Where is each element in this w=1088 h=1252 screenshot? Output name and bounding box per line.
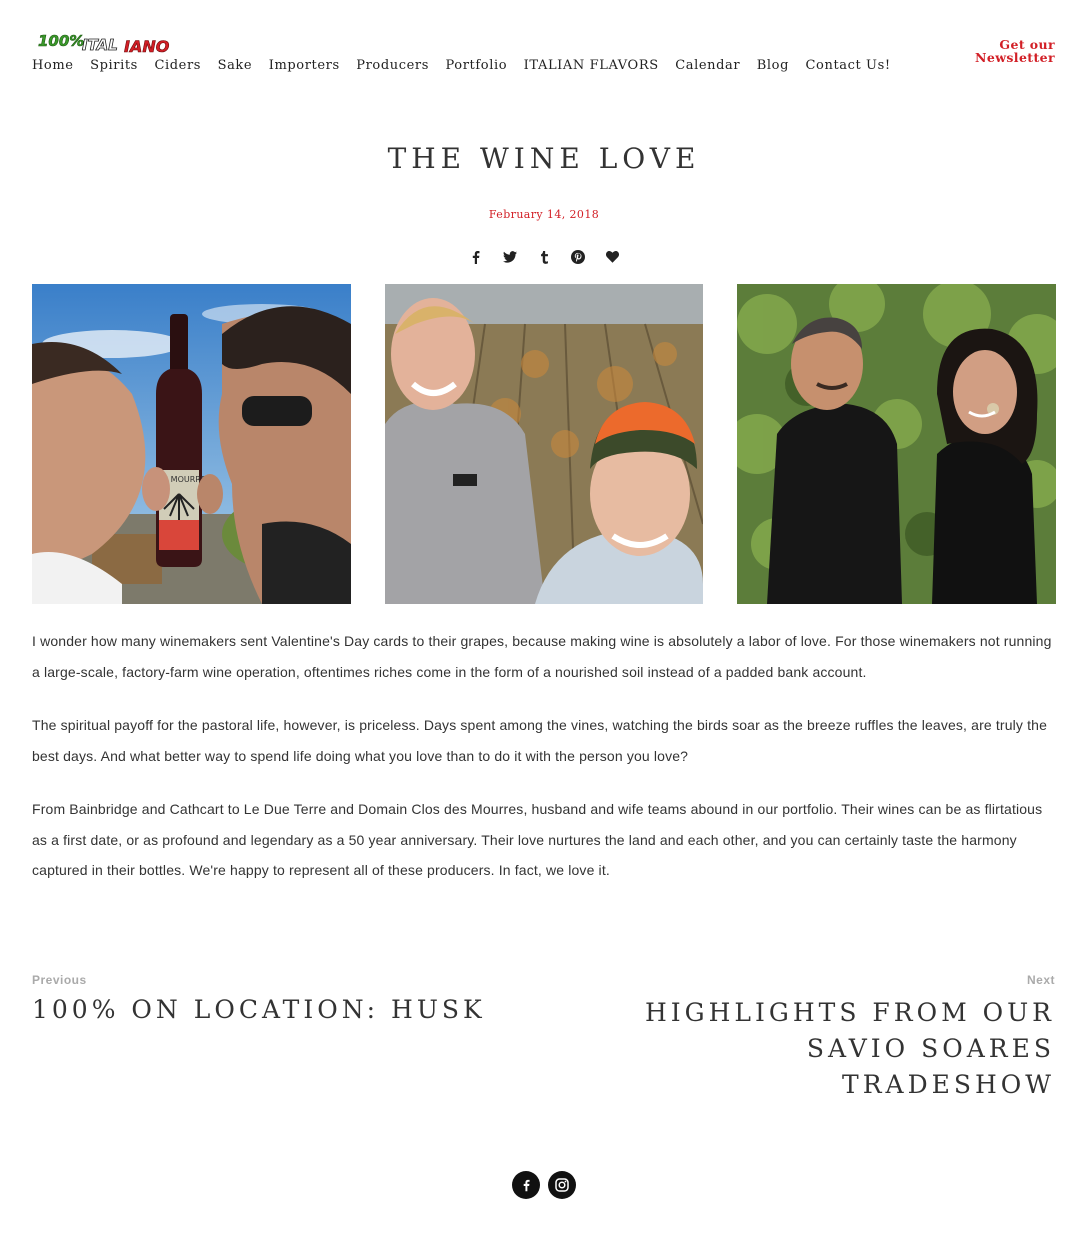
post-body: I wonder how many winemakers sent Valent… [32, 626, 1058, 909]
nav-italian-flavors[interactable]: ITALIAN FLAVORS [524, 58, 659, 73]
nav-portfolio[interactable]: Portfolio [445, 58, 507, 73]
next-label: Next [1026, 973, 1055, 987]
next-post-link[interactable]: HIGHLIGHTS FROM OUR SAVIO SOARES TRADESH… [585, 995, 1055, 1103]
nav-calendar[interactable]: Calendar [675, 58, 740, 73]
twitter-icon[interactable] [503, 249, 518, 265]
share-bar [0, 249, 1088, 265]
facebook-icon[interactable] [512, 1171, 540, 1199]
pinterest-icon[interactable] [571, 249, 586, 265]
nav-spirits[interactable]: Spirits [90, 58, 138, 73]
photo-couple-vineyard-selfie [385, 284, 704, 604]
newsletter-link[interactable]: Get our Newsletter [975, 38, 1055, 64]
nav-producers[interactable]: Producers [356, 58, 429, 73]
nav-blog[interactable]: Blog [757, 58, 789, 73]
photo-couple-kissing-bottle: CLOS MOURRES [32, 284, 351, 604]
previous-post-link[interactable]: 100% ON LOCATION: HUSK [32, 995, 486, 1024]
nav-home[interactable]: Home [32, 58, 74, 73]
svg-text:IANO: IANO [124, 37, 170, 56]
nav-ciders[interactable]: Ciders [154, 58, 201, 73]
main-nav: Home Spirits Ciders Sake Importers Produ… [32, 58, 907, 73]
post-title: THE WINE LOVE [387, 142, 701, 175]
nav-contact[interactable]: Contact Us! [806, 58, 891, 73]
photo-couple-in-vines [737, 284, 1056, 604]
previous-label: Previous [32, 973, 87, 987]
newsletter-line2: Newsletter [975, 50, 1055, 65]
instagram-icon[interactable] [548, 1171, 576, 1199]
nav-importers[interactable]: Importers [269, 58, 340, 73]
facebook-icon[interactable] [469, 249, 484, 265]
tumblr-icon[interactable] [537, 249, 552, 265]
nav-sake[interactable]: Sake [218, 58, 253, 73]
post-date: February 14, 2018 [488, 208, 600, 221]
site-logo[interactable]: 100% ITAL IANO [38, 30, 172, 57]
post-paragraph-3: From Bainbridge and Cathcart to Le Due T… [32, 801, 1043, 878]
post-paragraph-2: The spiritual payoff for the pastoral li… [32, 717, 1048, 764]
svg-text:ITAL: ITAL [82, 36, 118, 54]
footer-social [512, 1171, 576, 1199]
post-paragraph-1: I wonder how many winemakers sent Valent… [32, 633, 1052, 680]
heart-icon[interactable] [605, 249, 620, 265]
svg-text:100%: 100% [38, 32, 84, 50]
